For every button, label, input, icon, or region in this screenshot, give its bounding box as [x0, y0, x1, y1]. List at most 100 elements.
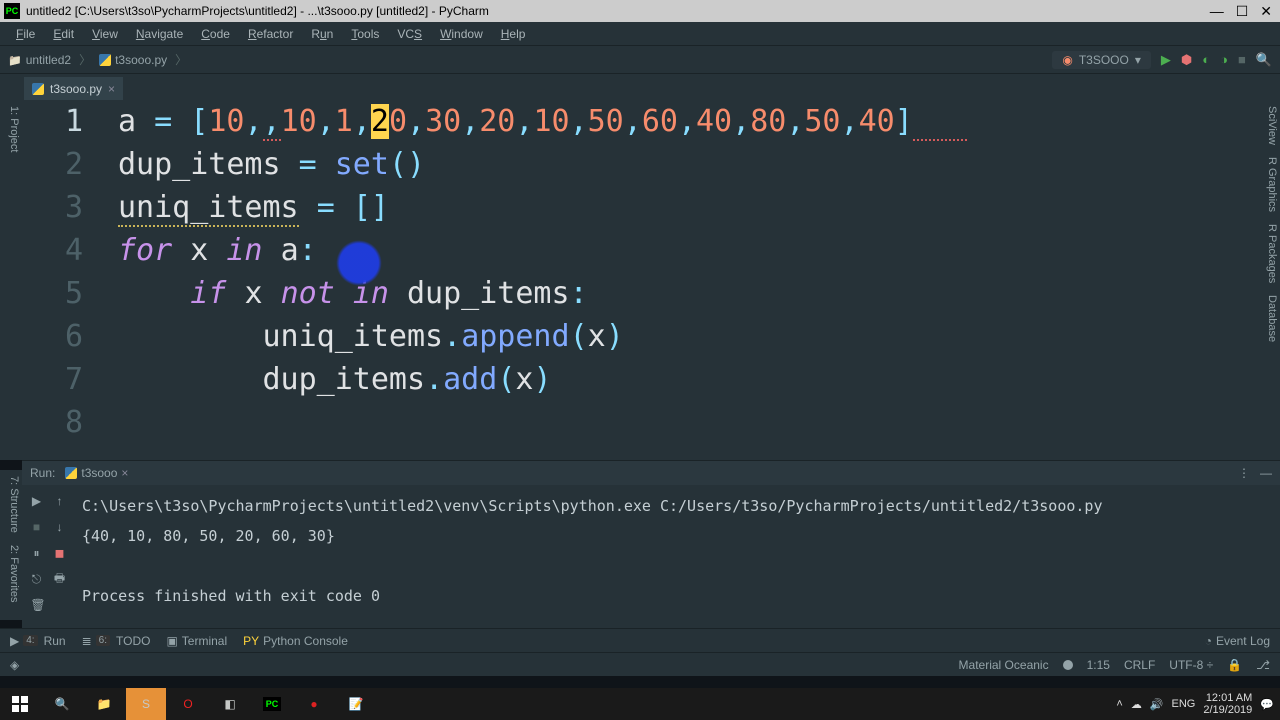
line-number: 3 [30, 186, 118, 229]
bottom-toolbar: ▶ 4:Run ≣ 6:TODO ▣ Terminal PY Python Co… [0, 628, 1280, 652]
line-number: 7 [30, 358, 118, 401]
editor-tabs: t3sooo.py × [0, 74, 1280, 100]
menu-bar: File Edit View Navigate Code Refactor Ru… [0, 22, 1280, 46]
code-line[interactable]: dup_items.add(x) [118, 358, 552, 401]
tray-chevron-icon[interactable]: ˄ [1116, 698, 1122, 710]
line-ending[interactable]: CRLF [1124, 658, 1155, 672]
onedrive-icon[interactable]: ☁ [1131, 698, 1142, 711]
opera-icon[interactable]: O [168, 688, 208, 720]
menu-run[interactable]: Run [303, 25, 341, 43]
code-line[interactable]: if x not in dup_items: [118, 272, 588, 315]
menu-edit[interactable]: Edit [45, 25, 82, 43]
close-icon[interactable]: × [108, 82, 115, 96]
left-tool-gutter-lower[interactable]: 7: Structure 2: Favorites [0, 470, 22, 620]
record-icon[interactable]: ● [294, 688, 334, 720]
git-icon[interactable]: ⎇ [1256, 658, 1270, 672]
maximize-button[interactable]: ☐ [1236, 3, 1249, 20]
search-taskbar-icon[interactable]: 🔍 [42, 688, 82, 720]
code-line[interactable]: uniq_items.append(x) [118, 315, 624, 358]
code-line[interactable]: uniq_items = [] [118, 186, 389, 229]
pause-button[interactable]: ⏸ [28, 543, 45, 563]
terminal-tool[interactable]: ▣ Terminal [166, 634, 227, 648]
run-tab[interactable]: t3sooo × [65, 466, 128, 480]
rgraphics-tool[interactable]: R Graphics [1260, 157, 1278, 212]
coverage-button[interactable]: ◐ [1202, 52, 1210, 67]
system-clock[interactable]: 12:01 AM 2/19/2019 [1203, 692, 1252, 716]
sciview-tool[interactable]: SciView [1260, 106, 1278, 145]
print-button[interactable]: 🖶 [51, 569, 68, 589]
line-number: 1 [30, 100, 118, 143]
pycharm-taskbar-icon[interactable]: PC [252, 688, 292, 720]
menu-navigate[interactable]: Navigate [128, 25, 191, 43]
hover-icon[interactable]: ◈ [10, 658, 19, 672]
line-number: 8 [30, 401, 118, 444]
run-panel: Run: t3sooo × ⋮ — ▶ ↑ ■ ↓ ⏸ ◼ ⎋ [22, 460, 1280, 628]
settings-icon[interactable]: ⋮ [1238, 466, 1250, 480]
run-config-name: T3SOOO [1079, 53, 1129, 67]
language-indicator[interactable]: ENG [1172, 698, 1196, 710]
minimize-panel-icon[interactable]: — [1260, 466, 1272, 480]
structure-tool[interactable]: 7: Structure [2, 476, 20, 533]
line-number: 2 [30, 143, 118, 186]
breadcrumb-project[interactable]: untitled2 [26, 53, 71, 67]
debug-button[interactable]: ⬢ [1181, 52, 1192, 68]
notifications-icon[interactable]: 💬 [1260, 698, 1274, 711]
cursor-position[interactable]: 1:15 [1087, 658, 1110, 672]
lock-icon[interactable]: 🔒 [1227, 658, 1242, 672]
scroll-up-button[interactable]: ↑ [51, 491, 68, 511]
close-button[interactable]: ✕ [1260, 3, 1272, 20]
clear-button[interactable]: 🗑 [28, 595, 48, 615]
softwrap-button[interactable]: ◼ [51, 543, 68, 563]
chevron-right-icon: 〉 [175, 51, 187, 68]
project-tool[interactable]: 1: Project [2, 106, 20, 152]
stop-button[interactable]: ■ [1238, 52, 1246, 67]
scroll-down-button[interactable]: ↓ [51, 517, 68, 537]
app-icon[interactable]: ◧ [210, 688, 250, 720]
exit-button[interactable]: ⎋ [28, 569, 45, 589]
menu-code[interactable]: Code [193, 25, 238, 43]
menu-help[interactable]: Help [493, 25, 534, 43]
run-config-selector[interactable]: ◉ T3SOOO ▾ [1052, 51, 1151, 69]
todo-tool[interactable]: ≣ 6:TODO [82, 634, 151, 648]
run-button[interactable]: ▶ [1161, 52, 1171, 68]
right-tool-gutter[interactable]: SciView R Graphics R Packages Database [1258, 100, 1280, 460]
rerun-button[interactable]: ▶ [28, 491, 45, 511]
code-line[interactable]: a = [10,,10,1,20,30,20,10,50,60,40,80,50… [118, 100, 967, 143]
menu-vcs[interactable]: VCS [389, 25, 430, 43]
title-bar: PC untitled2 [C:\Users\t3so\PycharmProje… [0, 0, 1280, 22]
favorites-tool[interactable]: 2: Favorites [2, 545, 20, 602]
search-button[interactable]: 🔍 [1256, 52, 1272, 68]
menu-tools[interactable]: Tools [343, 25, 387, 43]
sublime-icon[interactable]: S [126, 688, 166, 720]
close-icon[interactable]: × [121, 466, 128, 480]
run-panel-header: Run: t3sooo × ⋮ — [22, 461, 1280, 485]
left-tool-gutter[interactable]: 1: Project [0, 100, 22, 460]
rpackages-tool[interactable]: R Packages [1260, 224, 1278, 283]
console-output[interactable]: C:\Users\t3so\PycharmProjects\untitled2\… [74, 485, 1280, 628]
code-editor[interactable]: 1a = [10,,10,1,20,30,20,10,50,60,40,80,5… [22, 100, 1258, 460]
theme-name[interactable]: Material Oceanic [959, 658, 1049, 672]
start-button[interactable] [0, 688, 40, 720]
event-log[interactable]: ◔ Event Log [1205, 634, 1270, 648]
notes-icon[interactable]: 📝 [336, 688, 376, 720]
python-icon [65, 467, 77, 479]
code-line[interactable]: for x in a: [118, 229, 317, 272]
minimize-button[interactable]: — [1210, 3, 1224, 20]
menu-refactor[interactable]: Refactor [240, 25, 301, 43]
menu-view[interactable]: View [84, 25, 126, 43]
menu-file[interactable]: File [8, 25, 43, 43]
code-line[interactable] [118, 401, 136, 444]
editor-tab[interactable]: t3sooo.py × [24, 77, 123, 100]
breadcrumb-file[interactable]: t3sooo.py [115, 53, 167, 67]
python-console-tool[interactable]: PY Python Console [243, 634, 348, 648]
volume-icon[interactable]: 🔊 [1150, 698, 1164, 711]
run-tool[interactable]: ▶ 4:Run [10, 634, 66, 648]
stop-run-button[interactable]: ■ [28, 517, 45, 537]
database-tool[interactable]: Database [1260, 295, 1278, 342]
menu-window[interactable]: Window [432, 25, 491, 43]
encoding[interactable]: UTF-8 ÷ [1169, 658, 1213, 672]
code-line[interactable]: dup_items = set() [118, 143, 425, 186]
profile-button[interactable]: ◑ [1220, 52, 1228, 67]
explorer-icon[interactable]: 📁 [84, 688, 124, 720]
line-number: 6 [30, 315, 118, 358]
